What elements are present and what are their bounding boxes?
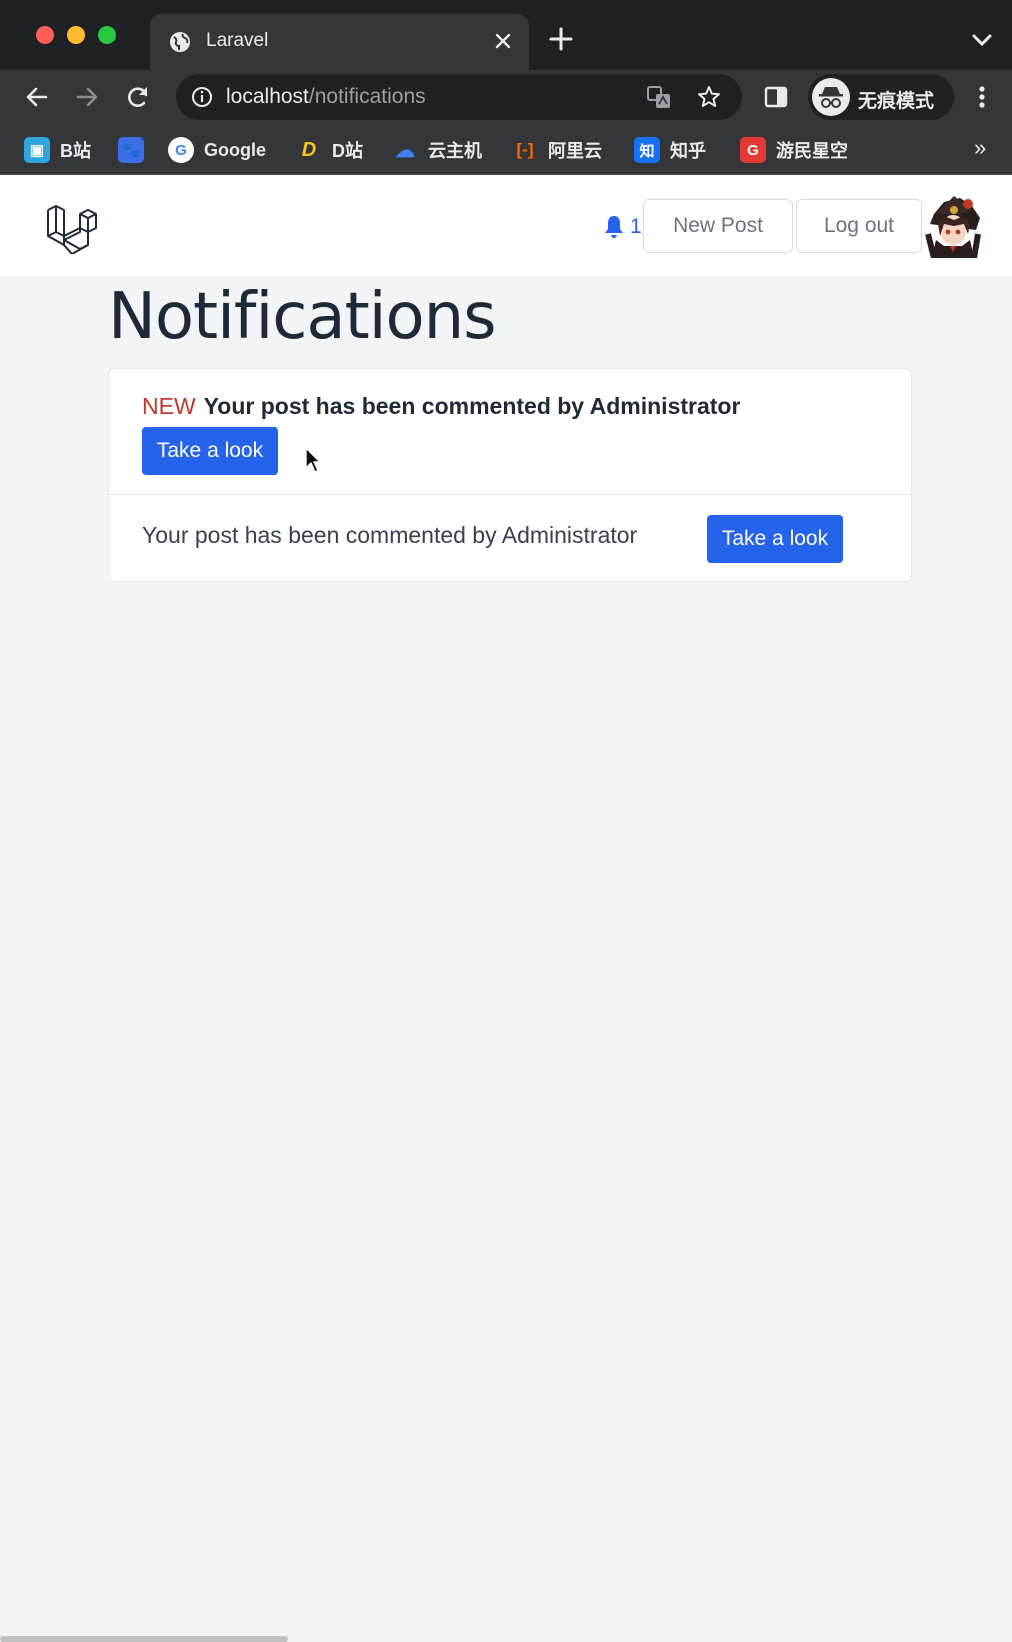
browser-chrome: Laravel localhost/notifications 无痕模式 ▣ B… (0, 0, 1012, 175)
bookmark-bilibili[interactable]: ▣ B站 (24, 135, 91, 165)
side-panel-icon[interactable] (762, 83, 790, 111)
bilibili-icon: ▣ (24, 137, 50, 163)
google-icon: G (168, 137, 194, 163)
bookmark-google[interactable]: G Google (168, 135, 266, 165)
incognito-label: 无痕模式 (858, 91, 935, 112)
notification-item: Your post has been commented by Administ… (109, 495, 911, 583)
page-viewport: 1 New Post Log out Notifications NEW Your (0, 176, 1012, 1642)
bookmark-gamersky[interactable]: G 游民星空 (740, 135, 848, 165)
new-post-button[interactable]: New Post (643, 199, 793, 253)
minimize-window-button[interactable] (67, 26, 85, 44)
gamersky-icon: G (740, 137, 766, 163)
address-bar[interactable]: localhost/notifications (176, 74, 742, 120)
translate-icon[interactable] (646, 84, 672, 110)
page-title: Notifications (108, 280, 497, 354)
chevron-down-icon[interactable] (970, 30, 994, 50)
horizontal-scrollbar[interactable] (0, 1636, 288, 1642)
bookmark-baidu[interactable]: 🐾 (118, 135, 154, 165)
browser-toolbar: localhost/notifications 无痕模式 (0, 70, 1012, 125)
url-path: /notifications (308, 85, 426, 108)
bookmark-zhihu[interactable]: 知 知乎 (634, 135, 706, 165)
bookmark-label: D站 (332, 141, 363, 161)
back-arrow-icon[interactable] (22, 82, 52, 112)
notification-text: Your post has been commented by Administ… (203, 393, 741, 419)
notifications-link[interactable]: 1 (602, 212, 642, 242)
bookmark-star-icon[interactable] (696, 84, 722, 110)
bookmark-cloud-host[interactable]: ☁ 云主机 (392, 135, 482, 165)
notification-item: NEW Your post has been commented by Admin… (109, 369, 911, 495)
take-a-look-button[interactable]: Take a look (707, 515, 843, 563)
incognito-indicator[interactable]: 无痕模式 (808, 74, 954, 120)
more-menu-icon[interactable] (976, 82, 988, 112)
avatar[interactable] (924, 194, 982, 258)
notification-text: Your post has been commented by Administ… (142, 522, 638, 548)
bell-icon (605, 216, 623, 238)
notification-count: 1 (630, 215, 642, 238)
reload-icon[interactable] (123, 82, 153, 112)
bookmark-label: 阿里云 (548, 141, 602, 161)
notification-message: NEW Your post has been commented by Admin… (142, 393, 740, 420)
bookmark-label: 云主机 (428, 141, 482, 161)
more-bookmarks-icon[interactable]: » (974, 135, 986, 161)
new-tab-icon[interactable] (548, 26, 574, 52)
bookmark-label: Google (204, 139, 266, 160)
bookmark-label: 游民星空 (776, 141, 848, 161)
tab-title: Laravel (206, 30, 269, 51)
aliyun-icon: [-] (516, 140, 534, 159)
d-site-icon: D (301, 138, 317, 161)
bookmarks-bar: ▣ B站 🐾 G Google D D站 ☁ 云主机 [-] 阿里云 知 知乎 … (0, 125, 1012, 175)
browser-tab[interactable]: Laravel (150, 14, 529, 70)
zhihu-icon: 知 (634, 137, 660, 163)
close-window-button[interactable] (36, 26, 54, 44)
bookmark-label: 知乎 (670, 141, 706, 161)
mouse-cursor-icon (305, 447, 321, 473)
forward-arrow-icon[interactable] (72, 82, 102, 112)
new-badge: NEW (142, 393, 196, 419)
url-host: localhost (226, 85, 309, 108)
app-navbar: 1 New Post Log out (0, 176, 1012, 276)
incognito-icon (812, 78, 850, 116)
info-icon[interactable] (190, 85, 214, 109)
bookmark-label: B站 (60, 141, 91, 161)
url-text: localhost/notifications (226, 85, 426, 109)
close-tab-icon[interactable] (490, 28, 516, 54)
notifications-list: NEW Your post has been commented by Admin… (108, 368, 912, 582)
laravel-logo-icon[interactable] (44, 200, 98, 254)
take-a-look-button[interactable]: Take a look (142, 427, 278, 475)
logout-button[interactable]: Log out (796, 199, 922, 253)
bookmark-d-site[interactable]: D D站 (296, 135, 363, 165)
globe-icon (170, 32, 190, 52)
bookmark-aliyun[interactable]: [-] 阿里云 (512, 135, 603, 165)
cloud-icon: ☁ (395, 139, 415, 162)
tab-strip: Laravel (0, 0, 1012, 70)
baidu-icon: 🐾 (118, 137, 144, 163)
maximize-window-button[interactable] (98, 26, 116, 44)
